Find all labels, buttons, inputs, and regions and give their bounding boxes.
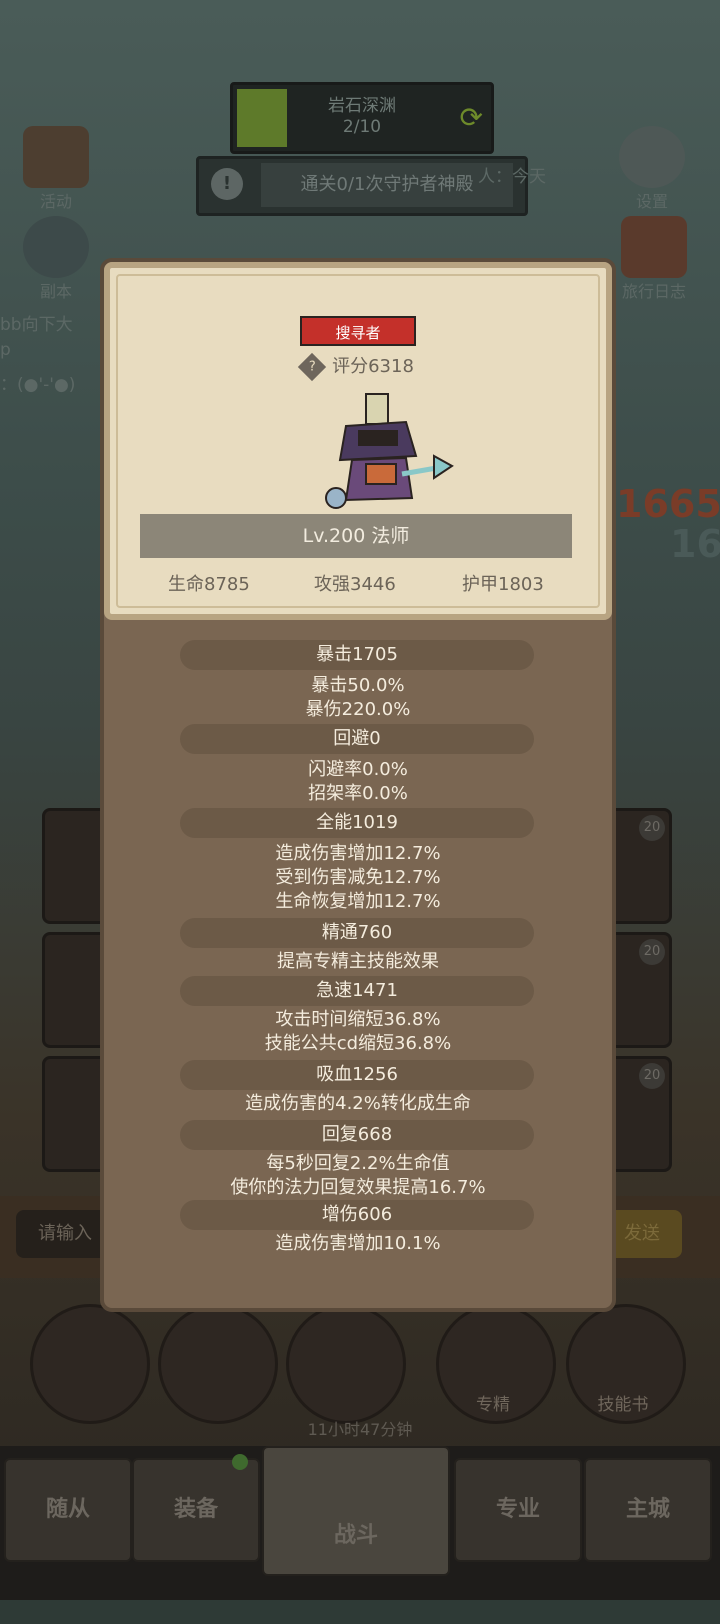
title-badge: 搜寻者 bbox=[300, 316, 416, 346]
nav-tab-profession[interactable]: 专业 bbox=[454, 1458, 582, 1562]
notification-dot bbox=[232, 1454, 248, 1470]
stat-line: 生命恢复增加12.7% bbox=[275, 891, 441, 912]
activity-button[interactable]: 活动 bbox=[14, 126, 98, 212]
stat-line: 使你的法力回复效果提高16.7% bbox=[230, 1177, 486, 1198]
stat-header-mastery: 精通760 bbox=[180, 918, 534, 948]
stat-line: 暴伤220.0% bbox=[305, 699, 411, 720]
chat-fragment-3: ：(●'-'●) bbox=[0, 375, 76, 395]
stat-header-regen: 回复668 bbox=[180, 1120, 534, 1150]
damage-number-2: 16 bbox=[670, 522, 720, 566]
skill-book-label: 技能书 bbox=[597, 1395, 649, 1415]
quest-suffix: 人：今天 bbox=[478, 167, 546, 187]
mage-character-portrait bbox=[325, 393, 454, 509]
quest-text: 通关0/1次守护者神殿 bbox=[261, 163, 513, 207]
slot-level-badge: 20 bbox=[639, 939, 665, 965]
stat-line: 受到伤害减免12.7% bbox=[275, 867, 441, 888]
potion-button[interactable] bbox=[30, 1304, 150, 1424]
stat-line: 造成伤害的4.2%转化成生命 bbox=[245, 1093, 471, 1114]
score-text: 评分6318 bbox=[332, 356, 414, 377]
dungeon-button[interactable]: 副本 bbox=[14, 216, 98, 302]
stat-line: 造成伤害增加12.7% bbox=[275, 843, 441, 864]
settings-button[interactable]: 设置 bbox=[610, 126, 694, 212]
bread-button[interactable] bbox=[158, 1304, 278, 1424]
stage-progress-text: 2/10 bbox=[342, 117, 382, 137]
journal-button[interactable]: 旅行日志 bbox=[604, 216, 704, 302]
chat-fragment-2: p bbox=[0, 340, 11, 360]
stat-line: 提高专精主技能效果 bbox=[277, 951, 439, 972]
help-icon[interactable]: ? bbox=[297, 352, 327, 382]
dungeon-portal-icon bbox=[23, 216, 89, 278]
stage-name: 岩石深渊 bbox=[328, 96, 396, 116]
stat-line: 每5秒回复2.2%生命值 bbox=[266, 1153, 450, 1174]
refresh-icon[interactable]: ⟳ bbox=[460, 101, 483, 134]
armor-stat: 护甲1803 bbox=[462, 574, 544, 595]
stat-line: 招架率0.0% bbox=[308, 783, 408, 804]
gear-icon bbox=[619, 126, 685, 188]
nav-tab-battle[interactable]: 战斗 bbox=[262, 1446, 450, 1576]
stat-line: 技能公共cd缩短36.8% bbox=[264, 1033, 452, 1054]
dungeon-label: 副本 bbox=[39, 282, 72, 301]
stat-line: 闪避率0.0% bbox=[308, 759, 408, 780]
stat-header-haste: 急速1471 bbox=[180, 976, 534, 1006]
hp-stat: 生命8785 bbox=[168, 574, 250, 595]
chest-timer: 11小时47分钟 bbox=[307, 1420, 413, 1439]
nav-tab-main-city[interactable]: 主城 bbox=[584, 1458, 712, 1562]
stat-header-damage-bonus: 增伤606 bbox=[180, 1200, 534, 1230]
score-row: ? 评分6318 bbox=[110, 352, 606, 382]
scroll-icon bbox=[23, 126, 89, 188]
stat-line: 暴击50.0% bbox=[311, 675, 405, 696]
nav-tab-equipment[interactable]: 装备 bbox=[132, 1458, 260, 1562]
level-class-bar: Lv.200 法师 bbox=[140, 514, 572, 558]
book-icon bbox=[621, 216, 687, 278]
character-info-popup: 搜寻者 ? 评分6318 Lv.200 法师 生命8785 攻强3446 护甲18… bbox=[100, 258, 616, 1312]
stat-line: 造成伤害增加10.1% bbox=[275, 1233, 441, 1254]
stat-header-dodge: 回避0 bbox=[180, 724, 534, 754]
chest-button[interactable] bbox=[286, 1304, 406, 1424]
stat-header-crit: 暴击1705 bbox=[180, 640, 534, 670]
mastery-label: 专精 bbox=[476, 1395, 510, 1415]
stat-header-versatility: 全能1019 bbox=[180, 808, 534, 838]
character-card: 搜寻者 ? 评分6318 Lv.200 法师 生命8785 攻强3446 护甲18… bbox=[104, 262, 612, 620]
chat-fragment-1: bb向下大 bbox=[0, 315, 73, 335]
activity-label: 活动 bbox=[39, 192, 72, 211]
journal-label: 旅行日志 bbox=[621, 282, 686, 301]
slot-level-badge: 20 bbox=[639, 815, 665, 841]
stat-line: 攻击时间缩短36.8% bbox=[275, 1009, 441, 1030]
stage-progress-panel: 岩石深渊 2/10 ⟳ bbox=[230, 82, 494, 154]
bottom-nav: 随从 装备 战斗 专业 主城 bbox=[0, 1446, 720, 1600]
slot-level-badge: 20 bbox=[639, 1063, 665, 1089]
attack-stat: 攻强3446 bbox=[314, 574, 396, 595]
nav-tab-followers[interactable]: 随从 bbox=[4, 1458, 132, 1562]
exclamation-icon: ! bbox=[211, 168, 243, 200]
damage-number: 1665 bbox=[616, 482, 720, 526]
settings-label: 设置 bbox=[635, 192, 668, 211]
stat-header-lifesteal: 吸血1256 bbox=[180, 1060, 534, 1090]
